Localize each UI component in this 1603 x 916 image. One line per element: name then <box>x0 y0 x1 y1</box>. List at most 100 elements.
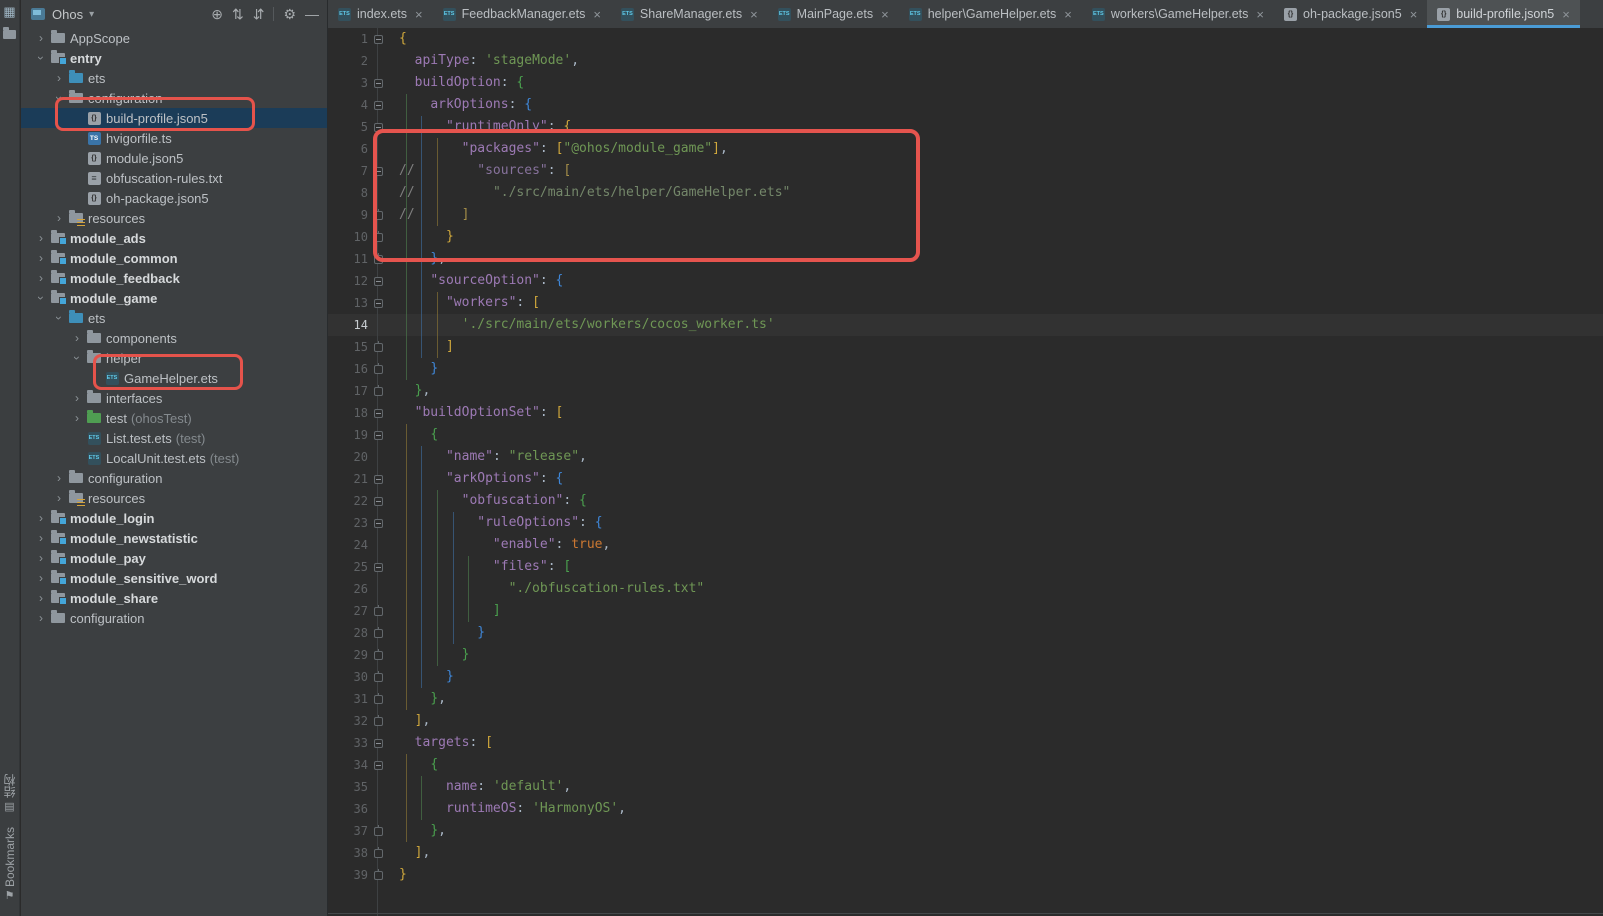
fold-end-icon[interactable] <box>374 695 383 704</box>
code-line[interactable]: 23 "ruleOptions": { <box>328 512 1603 534</box>
tab-close-icon[interactable]: × <box>593 7 601 22</box>
code-line[interactable]: 32 ], <box>328 710 1603 732</box>
code-line[interactable]: 22 "obfuscation": { <box>328 490 1603 512</box>
code-line[interactable]: 24 "enable": true, <box>328 534 1603 556</box>
tree-row[interactable]: ›configuration <box>21 88 327 108</box>
code-line[interactable]: 18 "buildOptionSet": [ <box>328 402 1603 424</box>
code-line[interactable]: 5 "runtimeOnly": { <box>328 116 1603 138</box>
editor-tab[interactable]: ETSworkers\GameHelper.ets× <box>1082 0 1274 28</box>
tree-chevron-icon[interactable]: › <box>33 248 49 268</box>
tree-chevron-icon[interactable]: › <box>69 328 85 348</box>
tree-chevron-icon[interactable]: › <box>33 528 49 548</box>
tree-row[interactable]: ›configuration <box>21 468 327 488</box>
tree-row[interactable]: ›resources <box>21 208 327 228</box>
fold-end-icon[interactable] <box>374 233 383 242</box>
fold-end-icon[interactable] <box>374 673 383 682</box>
project-selector[interactable]: Ohos <box>52 7 83 22</box>
tab-close-icon[interactable]: × <box>1410 7 1418 22</box>
tree-row[interactable]: ›module_pay <box>21 548 327 568</box>
tree-chevron-icon[interactable]: › <box>49 90 69 106</box>
fold-end-icon[interactable] <box>374 717 383 726</box>
locate-file-icon[interactable]: ⊕ <box>211 6 223 23</box>
tree-chevron-icon[interactable]: › <box>49 310 69 326</box>
fold-collapse-icon[interactable] <box>374 409 383 418</box>
fold-collapse-icon[interactable] <box>374 475 383 484</box>
tree-row[interactable]: {}build-profile.json5 <box>21 108 327 128</box>
tree-chevron-icon[interactable]: › <box>51 468 67 488</box>
tree-chevron-icon[interactable]: › <box>33 548 49 568</box>
tree-row[interactable]: TShvigorfile.ts <box>21 128 327 148</box>
fold-end-icon[interactable] <box>374 651 383 660</box>
code-line[interactable]: 12 "sourceOption": { <box>328 270 1603 292</box>
code-line[interactable]: 29 } <box>328 644 1603 666</box>
hide-panel-icon[interactable]: — <box>305 6 319 22</box>
code-line[interactable]: 3 buildOption: { <box>328 72 1603 94</box>
project-view-icon[interactable]: ▦ <box>3 5 15 18</box>
editor-tab[interactable]: ETSShareManager.ets× <box>611 0 768 28</box>
code-line[interactable]: 16 } <box>328 358 1603 380</box>
tree-chevron-icon[interactable]: › <box>51 68 67 88</box>
fold-end-icon[interactable] <box>374 849 383 858</box>
tree-chevron-icon[interactable]: › <box>33 228 49 248</box>
tree-chevron-icon[interactable]: › <box>51 208 67 228</box>
fold-end-icon[interactable] <box>374 607 383 616</box>
tree-row[interactable]: ›module_game <box>21 288 327 308</box>
fold-collapse-icon[interactable] <box>374 277 383 286</box>
tree-row[interactable]: ›AppScope <box>21 28 327 48</box>
tree-chevron-icon[interactable]: › <box>51 488 67 508</box>
fold-collapse-icon[interactable] <box>374 101 383 110</box>
code-line[interactable]: 13 "workers": [ <box>328 292 1603 314</box>
tab-close-icon[interactable]: × <box>881 7 889 22</box>
tree-row[interactable]: ›module_newstatistic <box>21 528 327 548</box>
chevron-down-icon[interactable]: ▾ <box>89 9 94 20</box>
tree-row[interactable]: ›helper <box>21 348 327 368</box>
code-line[interactable]: 9// ] <box>328 204 1603 226</box>
tree-chevron-icon[interactable]: › <box>69 408 85 428</box>
tab-close-icon[interactable]: × <box>1256 7 1264 22</box>
expand-all-icon[interactable]: ⇅ <box>232 6 244 23</box>
fold-end-icon[interactable] <box>374 629 383 638</box>
tree-row[interactable]: ›ets <box>21 68 327 88</box>
tree-row[interactable]: ›module_feedback <box>21 268 327 288</box>
code-line[interactable]: 14 './src/main/ets/workers/cocos_worker.… <box>328 314 1603 336</box>
tree-row[interactable]: ETSList.test.ets(test) <box>21 428 327 448</box>
tab-close-icon[interactable]: × <box>1064 7 1072 22</box>
tab-close-icon[interactable]: × <box>415 7 423 22</box>
code-line[interactable]: 15 ] <box>328 336 1603 358</box>
fold-collapse-icon[interactable] <box>374 497 383 506</box>
bookmarks-toolwindow-tab[interactable]: Bookmarks ⚑ <box>3 827 17 902</box>
fold-collapse-icon[interactable] <box>374 761 383 770</box>
code-line[interactable]: 20 "name": "release", <box>328 446 1603 468</box>
tree-row[interactable]: ›resources <box>21 488 327 508</box>
fold-end-icon[interactable] <box>374 343 383 352</box>
fold-end-icon[interactable] <box>374 827 383 836</box>
code-line[interactable]: 21 "arkOptions": { <box>328 468 1603 490</box>
code-line[interactable]: 6 "packages": ["@ohos/module_game"], <box>328 138 1603 160</box>
tree-row[interactable]: ›ets <box>21 308 327 328</box>
tree-row[interactable]: {}oh-package.json5 <box>21 188 327 208</box>
tree-row[interactable]: ›components <box>21 328 327 348</box>
fold-collapse-icon[interactable] <box>374 431 383 440</box>
tree-row[interactable]: ›test(ohosTest) <box>21 408 327 428</box>
folder-toolwindow-icon[interactable] <box>3 30 16 39</box>
structure-toolwindow-tab[interactable]: 结构 ▤ <box>1 774 18 813</box>
tab-close-icon[interactable]: × <box>1562 7 1570 22</box>
fold-end-icon[interactable] <box>374 387 383 396</box>
fold-end-icon[interactable] <box>374 871 383 880</box>
code-line[interactable]: 17 }, <box>328 380 1603 402</box>
fold-collapse-icon[interactable] <box>374 563 383 572</box>
code-line[interactable]: 1{ <box>328 28 1603 50</box>
code-line[interactable]: 11 }, <box>328 248 1603 270</box>
fold-end-icon[interactable] <box>374 255 383 264</box>
code-line[interactable]: 36 runtimeOS: 'HarmonyOS', <box>328 798 1603 820</box>
fold-collapse-icon[interactable] <box>374 79 383 88</box>
code-line[interactable]: 33 targets: [ <box>328 732 1603 754</box>
editor-tab[interactable]: ETSFeedbackManager.ets× <box>433 0 611 28</box>
code-line[interactable]: 10 } <box>328 226 1603 248</box>
tree-row[interactable]: ›module_common <box>21 248 327 268</box>
tree-chevron-icon[interactable]: › <box>31 50 51 66</box>
editor-tab[interactable]: ETSMainPage.ets× <box>768 0 899 28</box>
fold-collapse-icon[interactable] <box>374 123 383 132</box>
editor-body[interactable]: 1{2 apiType: 'stageMode',3 buildOption: … <box>328 28 1603 916</box>
tree-chevron-icon[interactable]: › <box>33 508 49 528</box>
